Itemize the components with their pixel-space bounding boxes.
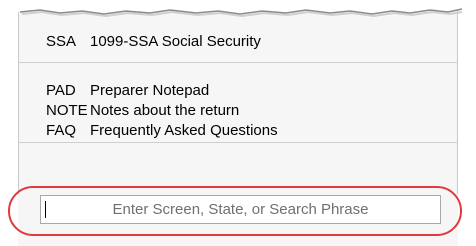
screenshot-stage: SSA 1099-SSA Social Security PAD Prepare…: [0, 0, 476, 246]
list-item-code: FAQ: [46, 121, 77, 139]
list-item-faq[interactable]: FAQ Frequently Asked Questions: [46, 120, 278, 140]
list-item-code: SSA: [46, 32, 77, 50]
list-item-description: Preparer Notepad: [90, 81, 210, 99]
list-item-description: 1099-SSA Social Security: [90, 32, 261, 50]
search-input[interactable]: [40, 195, 441, 224]
text-cursor: [45, 201, 46, 218]
list-item-code: PAD: [46, 81, 76, 99]
list-item-code: NOTE: [46, 101, 88, 119]
list-item-note[interactable]: NOTE Notes about the return: [46, 100, 239, 120]
list-item-description: Frequently Asked Questions: [90, 121, 278, 139]
torn-edge-decoration: [0, 0, 476, 18]
list-item-ssa[interactable]: SSA 1099-SSA Social Security: [46, 31, 261, 51]
list-item-pad[interactable]: PAD Preparer Notepad: [46, 80, 209, 100]
divider: [18, 142, 458, 143]
divider: [18, 62, 458, 63]
list-item-description: Notes about the return: [90, 101, 240, 119]
